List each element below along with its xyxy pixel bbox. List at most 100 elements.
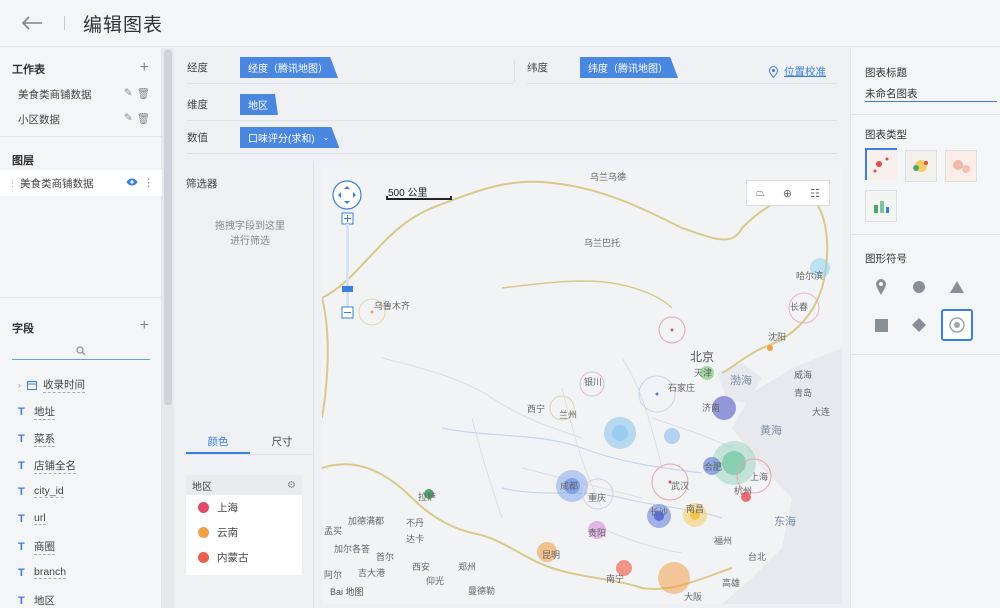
text-type-icon: T bbox=[18, 595, 25, 607]
legend-item[interactable]: 上海 bbox=[186, 495, 302, 520]
legend-item[interactable]: 云南 bbox=[186, 520, 302, 545]
map-toolbar: ⏢ ⊕ ☷ bbox=[746, 180, 830, 206]
field-item[interactable]: T 地址 bbox=[18, 404, 55, 420]
city-label: 武汉 bbox=[671, 481, 690, 491]
symbol-label: 图形符号 bbox=[865, 253, 907, 265]
workspace-title: 工作表 bbox=[12, 64, 45, 76]
city-label: 拉萨 bbox=[418, 492, 437, 502]
divider bbox=[0, 136, 162, 137]
color-legend: 地区 ⚙ 上海 云南 内蒙古 bbox=[186, 475, 302, 575]
shelf-label: 经度 bbox=[187, 62, 208, 74]
scroll-thumb[interactable] bbox=[164, 50, 172, 405]
value-pill[interactable]: 口味评分(求和) ⌄ bbox=[240, 127, 340, 148]
list-icon[interactable]: ☷ bbox=[810, 187, 820, 200]
left-panel: 工作表 + 美食类商铺数据 ✎ 🗑 小区数据 ✎ 🗑 图层 ⋮⋮ 美食类商铺数据 ⋮… bbox=[0, 48, 162, 608]
field-item[interactable]: Tbranch bbox=[18, 566, 67, 579]
tab-size[interactable]: 尺寸 bbox=[250, 431, 314, 454]
dimension-shelf[interactable]: 维度 地区 bbox=[187, 89, 837, 121]
field-item[interactable]: T 菜系 bbox=[18, 431, 55, 447]
locate-link[interactable]: 位置校准 bbox=[769, 64, 826, 79]
workspace-item[interactable]: 美食类商铺数据 ✎ 🗑 bbox=[18, 87, 150, 102]
city-label: 昆明 bbox=[542, 550, 561, 560]
city-label: 台北 bbox=[748, 552, 767, 562]
map-zoom-control bbox=[332, 180, 364, 333]
calendar-icon bbox=[27, 381, 37, 390]
legend-swatch bbox=[198, 527, 209, 538]
chart-type-point-map[interactable] bbox=[865, 148, 897, 180]
divider bbox=[0, 297, 162, 298]
map-canvas[interactable]: 500 公里 ⏢ ⊕ ☷ 乌兰乌德 乌兰巴托 乌鲁木齐 哈尔滨 长春 沈阳 北京… bbox=[322, 168, 842, 604]
city-label: 曼德勒 bbox=[468, 586, 496, 596]
edit-icon[interactable]: ✎ bbox=[124, 112, 133, 127]
filter-dropzone[interactable]: 拖拽字段到这里 进行筛选 bbox=[186, 219, 314, 249]
delete-icon[interactable]: 🗑 bbox=[137, 112, 150, 127]
eye-icon[interactable] bbox=[126, 177, 138, 189]
chevron-down-icon[interactable]: ⌄ bbox=[323, 133, 330, 142]
city-label: 兰州 bbox=[559, 410, 578, 420]
pin-symbol-icon[interactable] bbox=[865, 271, 897, 303]
field-item[interactable]: T 地区 bbox=[18, 593, 55, 608]
city-label: 乌兰巴托 bbox=[584, 238, 621, 248]
city-label: 孟买 bbox=[324, 526, 343, 536]
field-item[interactable]: T 店铺全名 bbox=[18, 458, 76, 474]
chart-title-input[interactable]: 未命名图表 bbox=[865, 86, 997, 102]
delete-icon[interactable]: 🗑 bbox=[137, 87, 150, 102]
field-label: url bbox=[34, 512, 46, 525]
filter-title: 筛选器 bbox=[186, 178, 218, 190]
zoom-search-icon[interactable]: ⊕ bbox=[783, 187, 792, 200]
left-scrollbar[interactable] bbox=[162, 48, 174, 608]
latitude-pill[interactable]: 纬度（腾讯地图） bbox=[580, 57, 678, 78]
more-icon[interactable]: ⋮ bbox=[144, 177, 155, 189]
circle-symbol-icon[interactable] bbox=[903, 271, 935, 303]
value-shelf[interactable]: 数值 口味评分(求和) ⌄ bbox=[187, 122, 837, 154]
longitude-shelf[interactable]: 经度 经度（腾讯地图） bbox=[187, 52, 513, 84]
encoding-tabs: 颜色 尺寸 bbox=[186, 431, 314, 455]
gear-icon[interactable]: ⚙ bbox=[287, 480, 296, 491]
locate-label: 位置校准 bbox=[784, 66, 826, 78]
divider bbox=[851, 234, 1000, 235]
pan-control[interactable] bbox=[332, 180, 362, 210]
layer-item[interactable]: ⋮⋮ 美食类商铺数据 ⋮ bbox=[0, 170, 162, 196]
legend-title: 地区 bbox=[192, 481, 212, 493]
draw-shape-icon[interactable]: ⏢ bbox=[756, 187, 765, 200]
chart-type-grid-map[interactable] bbox=[865, 190, 897, 222]
field-label: branch bbox=[34, 566, 67, 579]
field-item[interactable]: Tcity_id bbox=[18, 485, 64, 498]
city-label: 郑州 bbox=[458, 562, 477, 572]
legend-item[interactable]: 内蒙古 bbox=[186, 545, 302, 570]
chart-type-heat-map[interactable] bbox=[905, 150, 937, 182]
square-symbol-icon[interactable] bbox=[865, 309, 897, 341]
drag-handle-icon[interactable]: ⋮⋮ bbox=[8, 178, 26, 189]
legend-label: 上海 bbox=[217, 502, 238, 514]
add-workspace-button[interactable]: + bbox=[140, 60, 149, 76]
triangle-symbol-icon[interactable] bbox=[941, 271, 973, 303]
expand-arrow-icon[interactable]: › bbox=[18, 380, 21, 390]
field-item[interactable]: T 商圈 bbox=[18, 539, 55, 555]
workspace-item[interactable]: 小区数据 ✎ 🗑 bbox=[18, 112, 150, 127]
edit-icon[interactable]: ✎ bbox=[124, 87, 133, 102]
text-type-icon: T bbox=[18, 566, 25, 579]
workspace-item-label: 美食类商铺数据 bbox=[18, 89, 92, 101]
ring-symbol-icon[interactable] bbox=[941, 309, 973, 341]
chart-type-region-map[interactable] bbox=[945, 150, 977, 182]
field-item[interactable]: › 收录时间 bbox=[18, 377, 85, 393]
city-label: 银川 bbox=[584, 377, 603, 387]
divider bbox=[514, 60, 515, 82]
city-label: 乌兰乌德 bbox=[590, 172, 627, 182]
text-type-icon: T bbox=[18, 406, 25, 418]
page-title: 编辑图表 bbox=[83, 14, 164, 36]
longitude-pill[interactable]: 经度（腾讯地图） bbox=[240, 57, 338, 78]
tab-color[interactable]: 颜色 bbox=[186, 431, 250, 454]
add-field-button[interactable]: + bbox=[140, 318, 149, 334]
field-item[interactable]: Turl bbox=[18, 512, 46, 525]
top-header: 编辑图表 bbox=[0, 0, 1000, 47]
dimension-pill[interactable]: 地区 bbox=[240, 94, 278, 115]
city-label: 南宁 bbox=[606, 574, 625, 584]
back-arrow-icon[interactable] bbox=[20, 11, 44, 35]
layer-label: 美食类商铺数据 bbox=[20, 177, 94, 190]
shelf-label: 维度 bbox=[187, 99, 208, 111]
field-search-input[interactable] bbox=[12, 342, 150, 360]
diamond-symbol-icon[interactable] bbox=[903, 309, 935, 341]
text-type-icon: T bbox=[18, 541, 25, 553]
city-label: 不丹 bbox=[406, 518, 425, 528]
